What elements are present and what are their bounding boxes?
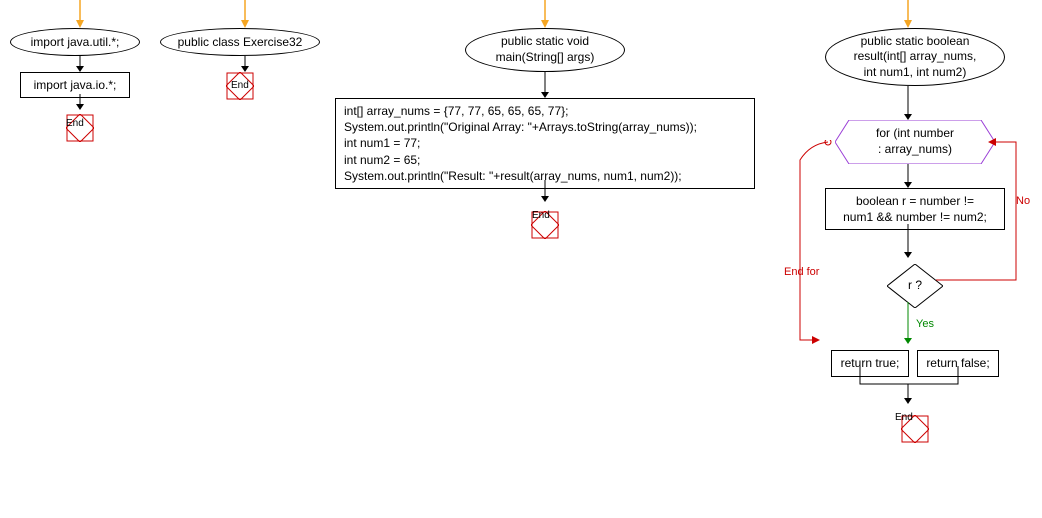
decision-text: r ? <box>887 264 943 292</box>
main-body-l4: int num2 = 65; <box>344 152 746 168</box>
arrow-3b <box>535 180 555 204</box>
result-sig-ellipse: public static boolean result(int[] array… <box>825 28 1005 86</box>
end-4-label: End <box>895 412 913 423</box>
end-3-label: End <box>532 210 550 221</box>
label-yes: Yes <box>916 318 934 330</box>
arrow-1a <box>70 56 90 74</box>
main-sig-l2: main(String[] args) <box>496 50 595 66</box>
arrow-start-3 <box>535 0 555 30</box>
result-sig-l1: public static boolean <box>854 34 977 50</box>
arrow-4c <box>898 224 918 260</box>
label-endfor: End for <box>784 266 819 278</box>
main-body-l2: System.out.println("Original Array: "+Ar… <box>344 119 746 135</box>
main-sig-ellipse: public static void main(String[] args) <box>465 28 625 72</box>
import-util-text: import java.util.*; <box>31 35 120 49</box>
arrow-merge <box>840 366 980 406</box>
arrow-start-4 <box>898 0 918 30</box>
end-1-label: End <box>66 118 84 129</box>
result-sig-l2: result(int[] array_nums, <box>854 49 977 65</box>
arrow-3a <box>535 72 555 100</box>
arrow-start-2 <box>235 0 255 30</box>
class-ellipse: public class Exercise32 <box>160 28 320 56</box>
arrow-no <box>936 128 1036 308</box>
main-body-rect: int[] array_nums = {77, 77, 65, 65, 65, … <box>335 98 755 189</box>
class-text: public class Exercise32 <box>178 35 303 49</box>
label-no: No <box>1016 195 1030 207</box>
import-io-text: import java.io.*; <box>34 78 117 92</box>
result-sig-l3: int num1, int num2) <box>854 65 977 81</box>
arrow-yes <box>898 302 918 346</box>
arrow-endfor <box>780 140 840 350</box>
arrow-4a <box>898 86 918 122</box>
main-body-l3: int num1 = 77; <box>344 135 746 151</box>
main-sig-l1: public static void <box>496 34 595 50</box>
main-body-l1: int[] array_nums = {77, 77, 65, 65, 65, … <box>344 103 746 119</box>
arrow-4b <box>898 164 918 190</box>
end-2-label: End <box>231 80 249 91</box>
arrow-1b <box>70 94 90 112</box>
arrow-start-1 <box>70 0 90 30</box>
import-util-ellipse: import java.util.*; <box>10 28 140 56</box>
